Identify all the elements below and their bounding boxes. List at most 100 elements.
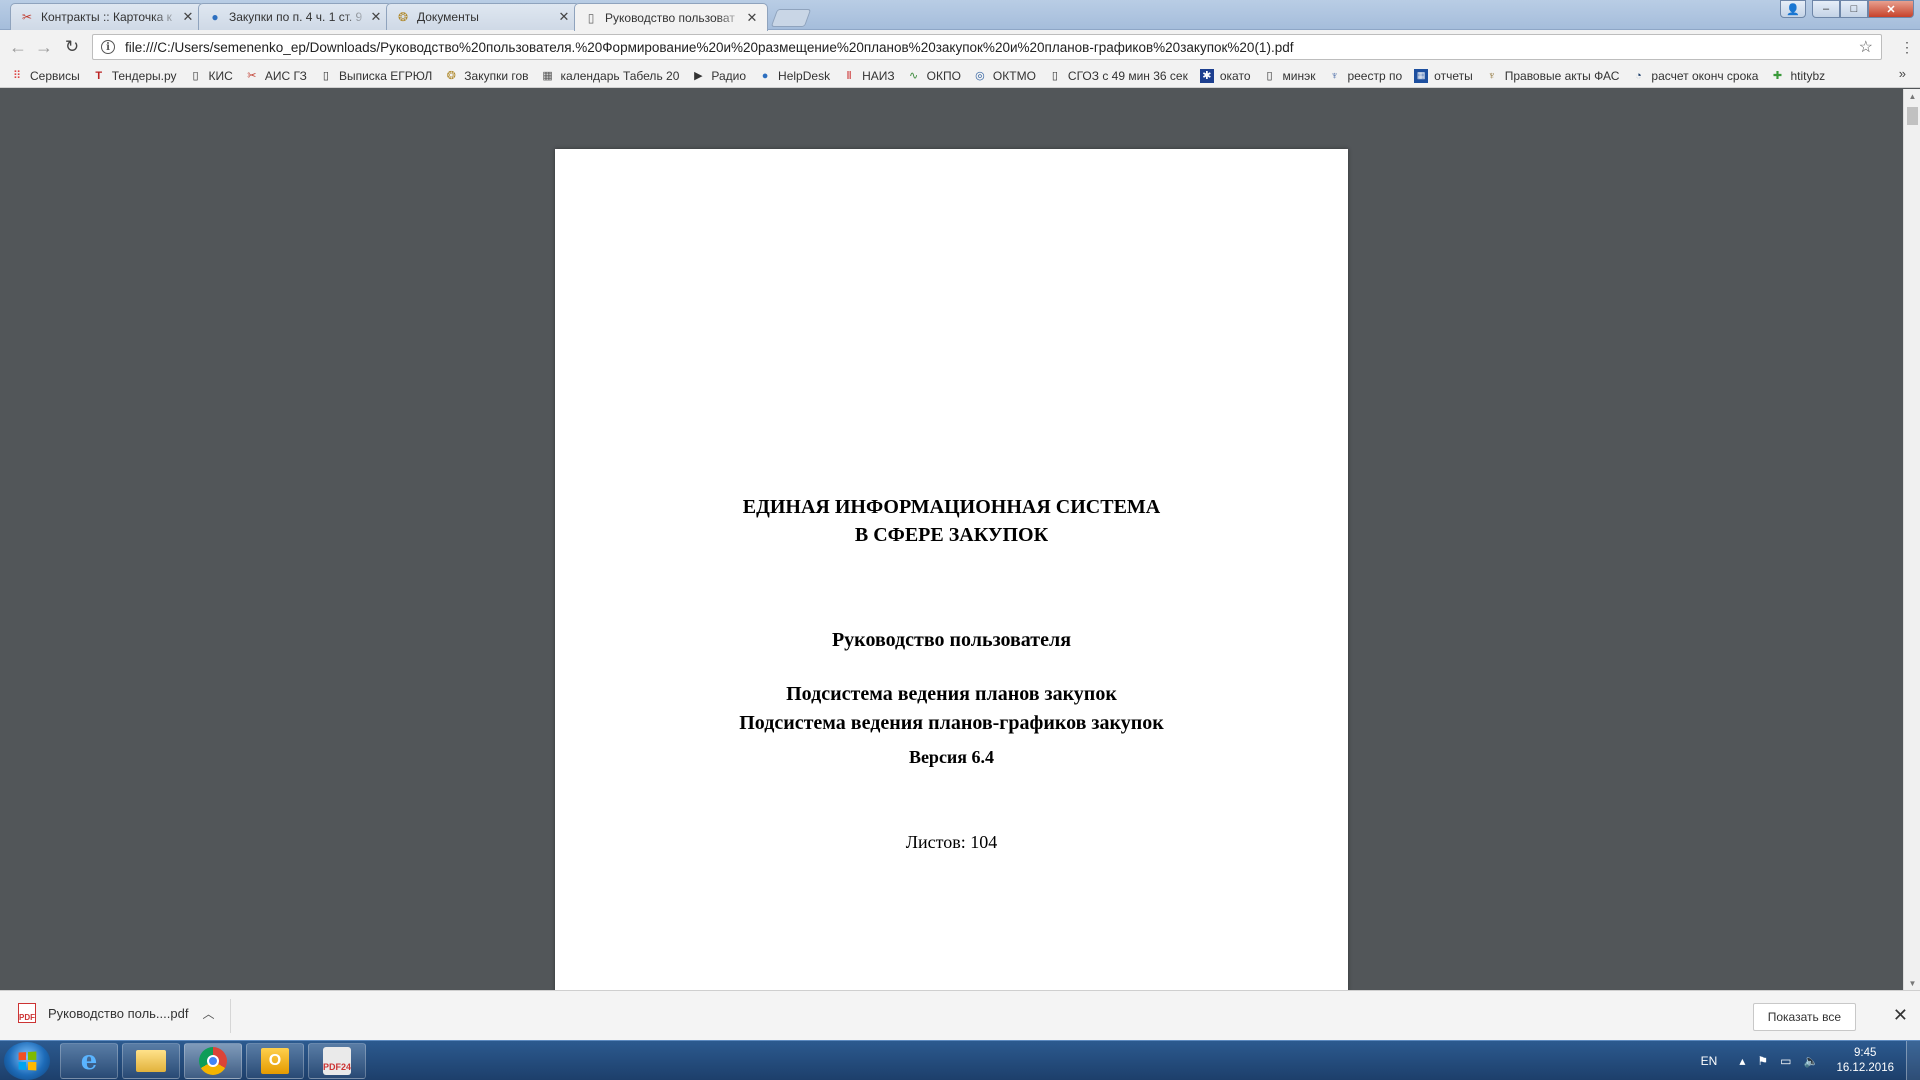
- reload-icon[interactable]: ↻: [62, 37, 82, 57]
- circle-icon: ◎: [975, 70, 985, 82]
- scroll-down-arrow-icon[interactable]: ▼: [1904, 976, 1920, 990]
- url-text[interactable]: file:///C:/Users/semenenko_ep/Downloads/…: [125, 40, 1859, 55]
- language-indicator[interactable]: EN: [1701, 1054, 1718, 1068]
- document-subsystems: Подсистема ведения планов закупок Подсис…: [555, 680, 1348, 738]
- bookmark-item[interactable]: ● HelpDesk: [758, 69, 830, 83]
- download-item[interactable]: PDF Руководство поль....pdf ︿: [18, 1003, 214, 1023]
- internet-explorer-icon[interactable]: e: [60, 1043, 118, 1079]
- bookmark-item[interactable]: T Тендеры.ру: [92, 68, 177, 83]
- eagle-icon: ♆: [1487, 69, 1496, 82]
- pdf24-icon[interactable]: PDF24: [308, 1043, 366, 1079]
- network-icon[interactable]: ▭: [1780, 1054, 1791, 1068]
- bookmark-label: ОКПО: [926, 68, 961, 83]
- bookmark-item[interactable]: ◔ расчет оконч срока: [1631, 69, 1758, 83]
- document-version: Версия 6.4: [908, 747, 995, 767]
- bookmark-label: htitybz: [1790, 68, 1826, 83]
- maximize-button[interactable]: □: [1840, 0, 1868, 18]
- show-all-downloads-button[interactable]: Показать все: [1752, 1003, 1856, 1031]
- chevron-up-icon[interactable]: ︿: [202, 1005, 214, 1022]
- bookmark-label: Сервисы: [30, 68, 80, 83]
- close-window-button[interactable]: ✕: [1868, 0, 1914, 18]
- bookmark-item[interactable]: ▯ КИС: [189, 69, 233, 83]
- bookmark-item[interactable]: ❂ Закупки гов: [444, 69, 529, 83]
- bookmark-item[interactable]: ♆ Правовые акты ФАС: [1485, 69, 1620, 83]
- bookmark-star-icon[interactable]: ☆: [1859, 37, 1873, 57]
- bookmark-label: СГОЗ с 49 мин 36 сек: [1067, 68, 1188, 83]
- bookmark-label: КИС: [208, 68, 233, 83]
- address-bar[interactable]: i file:///C:/Users/semenenko_ep/Download…: [92, 34, 1882, 60]
- outlook-icon[interactable]: O: [246, 1043, 304, 1079]
- bookmark-item[interactable]: ▯ минэк: [1263, 68, 1316, 83]
- clock[interactable]: 9:45 16.12.2016: [1836, 1046, 1894, 1076]
- start-button[interactable]: [4, 1042, 50, 1080]
- bookmark-item[interactable]: ✱ окато: [1199, 68, 1251, 83]
- bookmark-item[interactable]: ◎ ОКТМО: [973, 69, 1036, 83]
- chrome-menu-icon[interactable]: ⋮: [1900, 39, 1914, 56]
- action-center-flag-icon[interactable]: ⚑: [1757, 1054, 1768, 1068]
- bookmark-label: ОКТМО: [992, 68, 1036, 83]
- tab-close-icon[interactable]: ✕: [369, 9, 383, 25]
- bookmark-item[interactable]: ♆ реестр по: [1327, 69, 1402, 83]
- info-icon[interactable]: i: [101, 40, 115, 54]
- bookmark-label: Тендеры.ру: [111, 68, 177, 83]
- globe-icon: ●: [761, 69, 769, 82]
- tab-purchases[interactable]: ● Закупки по п. 4 ч. 1 ст. 9 ✕: [198, 3, 392, 30]
- scroll-up-arrow-icon[interactable]: ▲: [1904, 89, 1920, 103]
- shelf-divider: [230, 999, 231, 1033]
- tab-close-icon[interactable]: ✕: [557, 9, 571, 25]
- bookmark-item[interactable]: ✚ htitybz: [1770, 69, 1825, 83]
- page-icon: ▯: [587, 10, 595, 25]
- vertical-scrollbar[interactable]: ▲ ▼: [1903, 89, 1920, 990]
- page-icon: ▯: [1266, 70, 1273, 82]
- star-box-icon: ✱: [1199, 68, 1214, 83]
- bookmarks-bar: ⠿ Сервисы T Тендеры.ру ▯ КИС ✂ АИС ГЗ ▯ Выпис…: [0, 64, 1920, 88]
- page-icon: ▯: [1051, 70, 1058, 82]
- bookmark-item[interactable]: ∿ ОКПО: [907, 69, 961, 83]
- calendar-icon: ▦: [542, 70, 553, 82]
- play-icon: ▶: [694, 70, 703, 82]
- document-subtitle: Руководство пользователя: [831, 629, 1072, 651]
- scrollbar-thumb[interactable]: [1907, 107, 1918, 125]
- minimize-button[interactable]: –: [1812, 0, 1840, 18]
- show-desktop-button[interactable]: [1906, 1041, 1920, 1080]
- tab-contracts[interactable]: ✂ Контракты :: Карточка к ✕: [10, 3, 204, 30]
- tool-icon: ✂: [247, 70, 257, 82]
- page-icon: ▯: [322, 70, 329, 82]
- bookmark-item[interactable]: ✂ АИС ГЗ: [245, 69, 307, 83]
- tab-strip: ✂ Контракты :: Карточка к ✕ ● Закупки по…: [10, 3, 812, 31]
- bookmark-item[interactable]: ▶ Радио: [691, 69, 746, 83]
- bookmark-item[interactable]: ⠿ Сервисы: [10, 69, 80, 83]
- show-hidden-icons-icon[interactable]: ▴: [1739, 1054, 1745, 1068]
- bookmark-label: АИС ГЗ: [264, 68, 307, 83]
- close-shelf-icon[interactable]: ✕: [1893, 1005, 1908, 1026]
- bookmark-label: НАИЗ: [862, 68, 895, 83]
- new-tab-button[interactable]: [770, 9, 812, 27]
- forward-arrow-icon[interactable]: →: [34, 37, 54, 57]
- volume-icon[interactable]: 🔈: [1803, 1054, 1818, 1068]
- tab-documents[interactable]: ❂ Документы ✕: [386, 3, 580, 30]
- clock-time: 9:45: [1854, 1047, 1877, 1059]
- bookmark-item[interactable]: ▦ календарь Табель 20: [541, 69, 679, 83]
- chrome-icon[interactable]: [184, 1043, 242, 1079]
- emblem-icon: ❂: [446, 70, 456, 82]
- windows-taskbar: e O PDF24 EN ▴ ⚑ ▭ 🔈 9:45 16.12.2016: [0, 1040, 1920, 1080]
- heading-line-1: ЕДИНАЯ ИНФОРМАЦИОННАЯ СИСТЕМА: [742, 496, 1161, 518]
- bookmarks-overflow-button[interactable]: »: [1899, 66, 1906, 81]
- pdf-page: ЕДИНАЯ ИНФОРМАЦИОННАЯ СИСТЕМА В СФЕРЕ ЗА…: [555, 149, 1348, 990]
- bookmark-item[interactable]: ▦ отчеты: [1414, 68, 1473, 83]
- bookmark-label: HelpDesk: [778, 68, 831, 83]
- pdf-file-icon: PDF: [18, 1003, 36, 1023]
- user-profile-icon[interactable]: 👤: [1780, 0, 1806, 18]
- tab-close-icon[interactable]: ✕: [181, 9, 195, 25]
- bookmark-label: Радио: [711, 68, 747, 83]
- pdf-viewer: ЕДИНАЯ ИНФОРМАЦИОННАЯ СИСТЕМА В СФЕРЕ ЗА…: [0, 89, 1920, 990]
- page-icon: ▯: [192, 70, 199, 82]
- bookmark-item[interactable]: ▯ Выписка ЕГРЮЛ: [319, 69, 432, 83]
- tab-user-guide[interactable]: ▯ Руководство пользоват ✕: [574, 3, 768, 31]
- tab-close-icon[interactable]: ✕: [745, 10, 759, 26]
- bookmark-item[interactable]: Ⅱ НАИЗ: [842, 68, 895, 83]
- back-arrow-icon[interactable]: ←: [8, 37, 28, 57]
- bookmark-label: минэк: [1282, 68, 1316, 83]
- bookmark-item[interactable]: ▯ СГОЗ с 49 мин 36 сек: [1048, 69, 1188, 83]
- file-explorer-icon[interactable]: [122, 1043, 180, 1079]
